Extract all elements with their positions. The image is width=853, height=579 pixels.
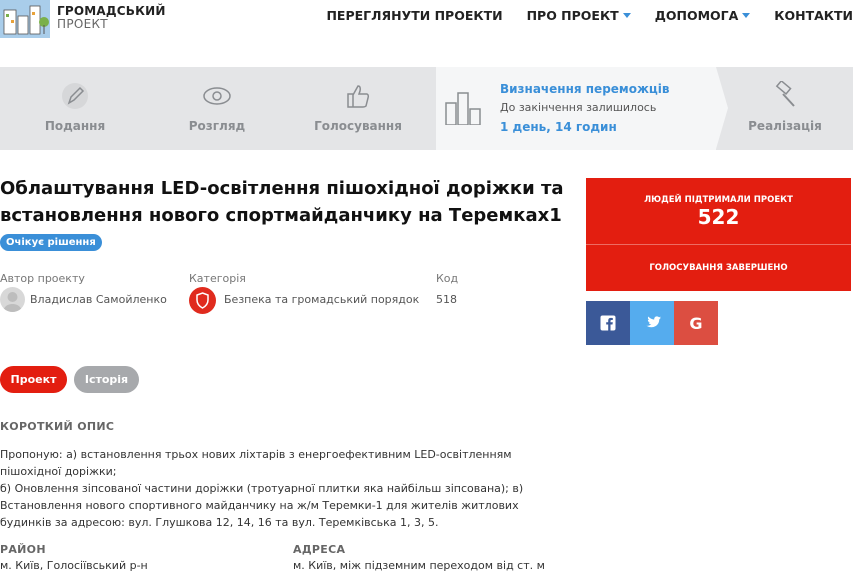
nav-view-projects[interactable]: ПЕРЕГЛЯНУТИ ПРОЕКТИ — [326, 8, 502, 23]
category-value[interactable]: Безпека та громадський порядок — [224, 293, 419, 306]
chevron-down-icon — [622, 13, 631, 18]
logo-text[interactable]: ГРОМАДСЬКИЙ ПРОЕКТ — [57, 5, 166, 31]
support-count: 522 — [697, 205, 740, 229]
category-label: Категорія — [189, 272, 246, 285]
pencil-icon — [60, 81, 90, 111]
thumbs-up-icon — [343, 81, 373, 111]
stage-review: Розгляд — [162, 67, 272, 150]
chevron-down-icon — [742, 13, 751, 18]
support-label: ЛЮДЕЙ ПІДТРИМАЛИ ПРОЕКТ — [644, 195, 793, 205]
logo-line2: ПРОЕКТ — [57, 17, 108, 31]
stage-review-label: Розгляд — [188, 119, 246, 133]
tab-history[interactable]: Історія — [74, 366, 139, 393]
tab-project[interactable]: Проект — [0, 366, 67, 393]
stage-winners-title: Визначення переможців — [500, 82, 670, 96]
description-line2: б) Оновлення зіпсованої частини доріжки … — [0, 482, 524, 529]
stage-submit: Подання — [20, 67, 130, 150]
description-text: Пропоную: а) встановлення трьох нових лі… — [0, 446, 555, 531]
description-line1: Пропоную: а) встановлення трьох нових лі… — [0, 448, 512, 478]
stage-winners: Визначення переможців До закінчення зали… — [436, 67, 716, 150]
stage-winners-time-left: 1 день, 14 годин — [500, 120, 617, 134]
district-label: РАЙОН — [0, 543, 46, 556]
address-value: м. Київ, між підземним переходом від ст.… — [293, 559, 545, 572]
project-title: Облаштування LED-освітлення пішохідної д… — [0, 178, 564, 226]
project-stages: Подання Розгляд Голосування Визначення п… — [0, 67, 853, 150]
district-value: м. Київ, Голосіївський р-н — [0, 559, 148, 572]
stage-arrow — [716, 67, 728, 149]
author-name[interactable]: Владислав Самойленко — [30, 293, 167, 306]
gavel-icon — [770, 79, 800, 111]
code-value: 518 — [436, 293, 457, 306]
description-title: КОРОТКИЙ ОПИС — [0, 420, 115, 433]
avatar — [0, 287, 25, 312]
facebook-icon — [600, 315, 616, 331]
code-label: Код — [436, 272, 459, 285]
stage-implementation: Реалізація — [730, 67, 840, 150]
nav-contacts[interactable]: КОНТАКТИ — [774, 8, 853, 23]
shield-icon — [189, 287, 216, 314]
main-nav: ПЕРЕГЛЯНУТИ ПРОЕКТИ ПРО ПРОЕКТ ДОПОМОГА … — [302, 8, 853, 23]
status-badge: Очікує рішення — [0, 234, 102, 251]
header: ГРОМАДСЬКИЙ ПРОЕКТ ПЕРЕГЛЯНУТИ ПРОЕКТИ П… — [0, 0, 853, 66]
eye-icon — [202, 81, 232, 111]
twitter-share-button[interactable] — [630, 301, 674, 345]
stage-voting: Голосування — [303, 67, 413, 150]
address-label: АДРЕСА — [293, 543, 346, 556]
google-icon: G — [689, 313, 703, 333]
logo-icon[interactable] — [0, 0, 50, 38]
stage-implementation-label: Реалізація — [748, 119, 822, 133]
bar-chart-icon — [444, 89, 486, 129]
stage-submit-label: Подання — [44, 119, 106, 133]
nav-help[interactable]: ДОПОМОГА — [655, 8, 751, 23]
voting-status: ГОЛОСУВАННЯ ЗАВЕРШЕНО — [649, 263, 788, 273]
support-divider — [586, 244, 851, 245]
support-panel: ЛЮДЕЙ ПІДТРИМАЛИ ПРОЕКТ 522 ГОЛОСУВАННЯ … — [586, 178, 851, 291]
twitter-icon — [645, 316, 661, 328]
stage-voting-label: Голосування — [314, 119, 402, 133]
author-label: Автор проекту — [0, 272, 85, 285]
google-share-button[interactable]: G — [674, 301, 718, 345]
nav-about[interactable]: ПРО ПРОЕКТ — [527, 8, 631, 23]
stage-winners-subtitle: До закінчення залишилось — [500, 101, 657, 114]
facebook-share-button[interactable] — [586, 301, 630, 345]
